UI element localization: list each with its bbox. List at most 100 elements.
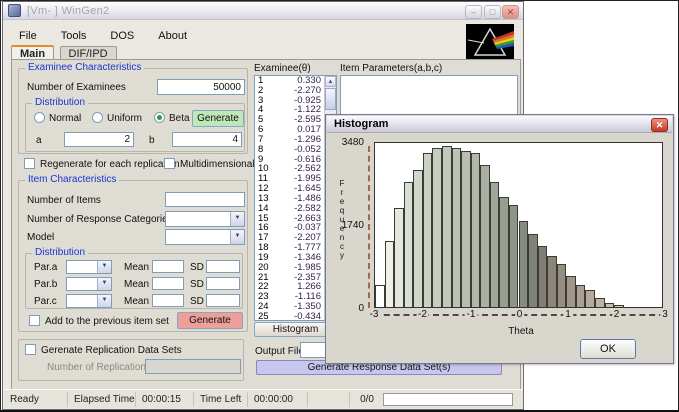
histogram-title-bar[interactable]: Histogram ✕ [327, 116, 672, 133]
chevron-down-icon[interactable]: ▼ [97, 295, 111, 307]
histogram-bar [566, 275, 576, 307]
x-tick-label: 0 [514, 309, 525, 320]
response-categories-select[interactable]: ▼ [165, 211, 245, 227]
par-b-select[interactable]: ▼ [66, 277, 112, 291]
regenerate-checkbox[interactable] [24, 158, 35, 169]
histogram-bar [595, 297, 605, 307]
multidimensional-checkbox[interactable] [164, 158, 175, 169]
par-c-select[interactable]: ▼ [66, 294, 112, 308]
time-left-value: 00:00:00 [248, 391, 308, 407]
par-a-label: Par.a [34, 262, 58, 273]
item-parameters-header: Item Parameters(a,b,c) [340, 63, 443, 74]
par-a-sd-label: SD [190, 262, 204, 273]
radio-normal[interactable] [34, 112, 45, 123]
y-axis-title-letter: r [340, 188, 344, 197]
radio-label-normal: Normal [49, 113, 82, 124]
par-a-sd-input[interactable] [206, 260, 240, 273]
menu-bar: File Tools DOS About [4, 26, 464, 44]
menu-item-about[interactable]: About [149, 28, 196, 42]
tab-main[interactable]: Main [11, 45, 55, 60]
histogram-bar [575, 285, 586, 307]
scrollbar-thumb[interactable] [325, 88, 336, 110]
par-b-sd-input[interactable] [206, 277, 240, 290]
histogram-bar [422, 153, 433, 307]
number-of-items-input[interactable] [165, 192, 245, 207]
y-tick-label: 3480 [341, 137, 364, 148]
examinee-list-header: Examinee(θ) [254, 63, 311, 74]
status-bar: Ready Elapsed Time 00:00:15 Time Left 00… [4, 389, 523, 408]
histogram-window: Histogram ✕ Frequency 3480 1740 0 -3 -2 -1 0 1… [325, 114, 674, 364]
y-axis-title-letter: q [339, 206, 345, 215]
histogram-bar [604, 302, 615, 307]
ok-button[interactable]: OK [580, 339, 636, 359]
b-input[interactable] [172, 132, 242, 147]
histogram-bar [441, 146, 452, 307]
par-c-mean-input[interactable] [152, 294, 184, 307]
close-icon[interactable]: ✕ [502, 5, 519, 19]
progress-count: 0/0 [360, 393, 374, 405]
x-tick-label: -1 [464, 309, 478, 320]
histogram-bar [451, 148, 462, 307]
menu-item-tools[interactable]: Tools [52, 28, 96, 42]
histogram-bar [508, 204, 519, 307]
x-tick-label: 2 [611, 309, 622, 320]
par-c-sd-input[interactable] [206, 294, 240, 307]
chevron-down-icon[interactable]: ▼ [97, 261, 111, 273]
model-select[interactable]: ▼ [165, 229, 245, 245]
examinee-characteristics-title: Examinee Characteristics [25, 62, 145, 73]
histogram-bar [394, 207, 404, 307]
y-axis-title-letter: e [339, 197, 345, 206]
add-previous-checkbox[interactable] [29, 315, 40, 326]
histogram-bar [537, 246, 548, 307]
y-tick-label: 1740 [341, 220, 364, 231]
x-axis-title: Theta [508, 326, 534, 337]
histogram-bar [528, 233, 538, 307]
menu-item-dos[interactable]: DOS [101, 28, 143, 42]
radio-dot [157, 115, 162, 120]
chevron-down-icon[interactable]: ▼ [97, 278, 111, 290]
histogram-bar [432, 148, 442, 307]
chevron-down-icon[interactable]: ▼ [230, 212, 244, 226]
generate-examinees-button[interactable]: Generate [192, 110, 244, 127]
scroll-up-icon[interactable]: ▲ [325, 76, 336, 87]
radio-uniform[interactable] [92, 112, 103, 123]
menu-item-file[interactable]: File [10, 28, 46, 42]
multidimensional-label: Multidimensional [180, 159, 255, 170]
a-input[interactable] [64, 132, 134, 147]
close-icon[interactable]: ✕ [651, 118, 668, 132]
par-a-mean-input[interactable] [152, 260, 184, 273]
y-axis-title-letter: c [340, 242, 344, 251]
number-of-examinees-input[interactable] [157, 79, 245, 95]
model-label: Model [27, 232, 55, 243]
y-axis-title-letter: F [339, 179, 345, 188]
examinee-characteristics-group: Examinee Characteristics Number of Exami… [18, 62, 248, 154]
radio-beta[interactable] [154, 112, 165, 123]
chevron-down-icon[interactable]: ▼ [230, 230, 244, 244]
item-characteristics-title: Item Characteristics [25, 174, 120, 185]
par-c-mean-label: Mean [124, 296, 150, 307]
histogram-bar [413, 170, 423, 307]
par-b-mean-input[interactable] [152, 277, 184, 290]
generate-replication-checkbox[interactable] [25, 344, 36, 355]
radio-label-uniform: Uniform [107, 113, 143, 124]
histogram-bar [384, 241, 395, 307]
histogram-bar [461, 150, 471, 307]
par-b-label: Par.b [34, 279, 58, 290]
number-of-items-label: Number of Items [27, 195, 101, 206]
par-b-sd-label: SD [190, 279, 204, 290]
generate-items-button[interactable]: Generate [177, 312, 243, 329]
par-a-select[interactable]: ▼ [66, 260, 112, 274]
title-bar[interactable]: [Vm- ] WinGen2 – □ ✕ [3, 2, 523, 20]
restore-button[interactable]: □ [484, 5, 501, 19]
number-of-replications-input[interactable] [145, 359, 241, 374]
minimize-button[interactable]: – [465, 5, 482, 19]
histogram-bar [499, 197, 509, 307]
replication-group: Gerenate Replication Data Sets Number of… [18, 339, 244, 381]
histogram-bar [489, 181, 500, 307]
elapsed-time-value: 00:00:15 [136, 391, 194, 407]
par-c-sd-label: SD [190, 296, 204, 307]
histogram-bar [480, 165, 490, 307]
examinee-distribution-group: Distribution Normal Uniform Beta Generate … [25, 97, 245, 152]
number-of-response-categories-label: Number of Response Categories [27, 214, 173, 225]
tab-strip: Main DIF/IPD [11, 44, 118, 61]
